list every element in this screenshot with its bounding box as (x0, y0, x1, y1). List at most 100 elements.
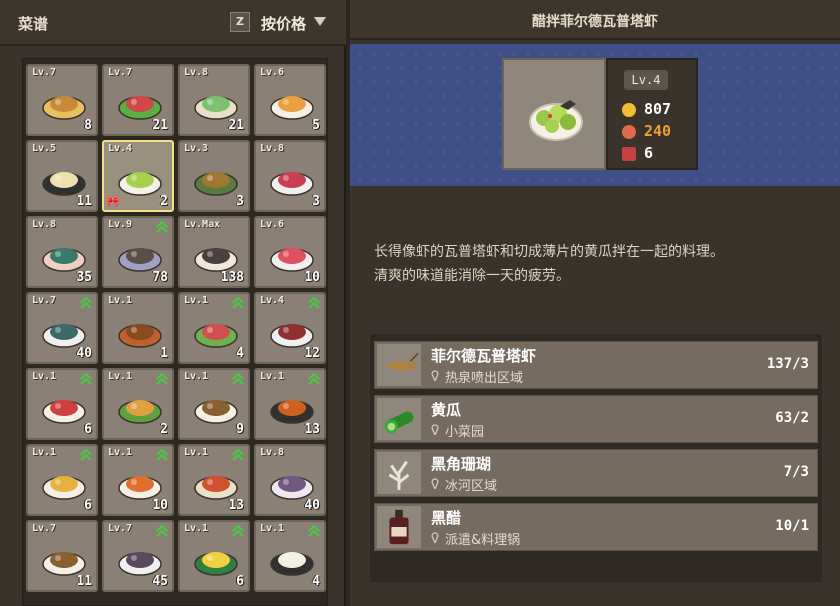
upgrade-arrow-icon (80, 297, 92, 309)
recipe-count: 9 (236, 422, 244, 437)
ingredient-quantity: 7/3 (783, 464, 809, 480)
sort-hotkey[interactable]: Z (230, 12, 250, 32)
ingredient-location: 热泉喷出区域 (445, 371, 524, 386)
recipe-cell[interactable]: Lv.1 4 (178, 292, 250, 364)
recipe-cell[interactable]: Lv.4 12 (254, 292, 326, 364)
recipe-cell[interactable]: Lv.7 45 (102, 520, 174, 592)
recipe-count: 45 (152, 574, 168, 589)
recipe-level: Lv.9 (108, 219, 133, 230)
dish-icon (270, 400, 314, 424)
dish-icon (42, 552, 86, 576)
dish-icon (42, 172, 86, 196)
recipe-cell[interactable]: Lv.4 2 🎀 (102, 140, 174, 212)
recipe-level: Lv.1 (108, 371, 133, 382)
recipe-cell[interactable]: Lv.7 40 (26, 292, 98, 364)
recipe-cell[interactable]: Lv.1 6 (26, 444, 98, 516)
dish-icon (118, 172, 162, 196)
recipe-level: Lv.1 (184, 523, 209, 534)
recipe-cell[interactable]: Lv.7 8 (26, 64, 98, 136)
recipe-level: Lv.7 (32, 67, 57, 78)
recipe-cell[interactable]: Lv.7 21 (102, 64, 174, 136)
recipe-level: Lv.7 (32, 295, 57, 306)
recipe-cell[interactable]: Lv.1 9 (178, 368, 250, 440)
ingredient-quantity: 137/3 (766, 356, 809, 372)
recipe-count: 40 (76, 346, 92, 361)
sort-dropdown[interactable]: 按价格 (261, 13, 306, 34)
recipe-count: 6 (84, 422, 92, 437)
salad-bowl-icon (529, 100, 583, 141)
upgrade-arrow-icon (156, 449, 168, 461)
ingredient-icon-box (377, 452, 421, 494)
recipe-cell[interactable]: Lv.7 11 (26, 520, 98, 592)
ingredient-name: 菲尔德瓦普塔虾 (431, 347, 537, 365)
recipe-cell[interactable]: Lv.1 2 (102, 368, 174, 440)
ingredient-quantity: 10/1 (775, 518, 809, 534)
recipe-level: Lv.1 (184, 295, 209, 306)
dish-icon (118, 248, 162, 272)
ingredient-row[interactable]: 黑醋派遣&料理锅 10/1 (374, 503, 818, 551)
upgrade-arrow-icon (232, 449, 244, 461)
ingredient-row[interactable]: 黑角珊瑚 冰河区域 7/3 (374, 449, 818, 497)
recipe-count: 5 (312, 118, 320, 133)
recipe-count: 8 (84, 118, 92, 133)
recipe-cell[interactable]: Lv.9 78 (102, 216, 174, 288)
recipe-count: 10 (304, 270, 320, 285)
ingredient-name: 黑醋 (431, 509, 462, 527)
recipe-level: Lv.3 (184, 143, 209, 154)
recipe-cell[interactable]: Lv.1 6 (178, 520, 250, 592)
recipe-level: Lv.7 (32, 523, 57, 534)
recipe-cell[interactable]: Lv.3 3 (178, 140, 250, 212)
dish-icon (42, 476, 86, 500)
location-pin-icon (431, 478, 439, 489)
dish-icon (270, 96, 314, 120)
recipe-cell[interactable]: Lv.8 21 (178, 64, 250, 136)
recipe-count: 2 (160, 194, 168, 209)
recipe-cell[interactable]: Lv.8 40 (254, 444, 326, 516)
recipe-cell[interactable]: Lv.1 1 (102, 292, 174, 364)
location-pin-icon (431, 532, 439, 543)
dish-icon (42, 96, 86, 120)
recipe-cell[interactable]: Lv.1 10 (102, 444, 174, 516)
recipe-cell[interactable]: Lv.6 10 (254, 216, 326, 288)
recipe-cell[interactable]: Lv.1 6 (26, 368, 98, 440)
recipe-cell[interactable]: Lv.6 5 (254, 64, 326, 136)
ingredient-row[interactable]: 黄瓜小菜园 63/2 (374, 395, 818, 443)
ingredient-row[interactable]: 菲尔德瓦普塔虾 热泉喷出区域 137/3 (374, 341, 818, 389)
ingredient-location: 派遣&料理锅 (445, 533, 521, 548)
dish-icon (194, 96, 238, 120)
recipe-level: Lv.6 (260, 219, 285, 230)
recipe-count: 12 (304, 346, 320, 361)
recipe-count: 13 (304, 422, 320, 437)
coral-icon (388, 460, 410, 491)
score-value: 240 (644, 122, 672, 140)
dish-description: 长得像虾的瓦普塔虾和切成薄片的黄瓜拌在一起的料理。 清爽的味道能消除一天的疲劳。 (374, 244, 724, 284)
chevron-down-icon[interactable] (314, 17, 326, 26)
recipe-level: Lv.Max (184, 219, 221, 230)
dish-icon (194, 248, 238, 272)
recipe-grid[interactable]: Lv.7 8 Lv.7 21 Lv.8 21 Lv.6 5 Lv.5 11 Lv.4 2 🎀 Lv.3 3 L… (22, 58, 328, 606)
ingredient-quantity: 63/2 (775, 410, 809, 426)
recipe-level: Lv.1 (260, 371, 285, 382)
ingredient-location: 小菜园 (445, 425, 485, 440)
recipe-cell[interactable]: Lv.8 3 (254, 140, 326, 212)
recipe-cell[interactable]: Lv.Max 138 (178, 216, 250, 288)
ingredient-name: 黄瓜 (431, 401, 462, 419)
dish-icon (194, 476, 238, 500)
recipe-count: 21 (152, 118, 168, 133)
upgrade-arrow-icon (232, 297, 244, 309)
dish-icon (118, 400, 162, 424)
dish-icon (118, 96, 162, 120)
recipe-cell[interactable]: Lv.8 35 (26, 216, 98, 288)
recipe-count: 3 (312, 194, 320, 209)
dish-icon (270, 248, 314, 272)
dish-icon (42, 248, 86, 272)
bowl-icon (622, 147, 636, 161)
recipe-cell[interactable]: Lv.1 13 (178, 444, 250, 516)
recipe-cell[interactable]: Lv.1 13 (254, 368, 326, 440)
recipe-level: Lv.6 (260, 67, 285, 78)
recipe-level: Lv.4 (260, 295, 285, 306)
recipe-cell[interactable]: Lv.1 4 (254, 520, 326, 592)
dish-icon (118, 324, 162, 348)
recipe-cell[interactable]: Lv.5 11 (26, 140, 98, 212)
dish-stats: Lv.4 807 240 6 (606, 58, 698, 170)
